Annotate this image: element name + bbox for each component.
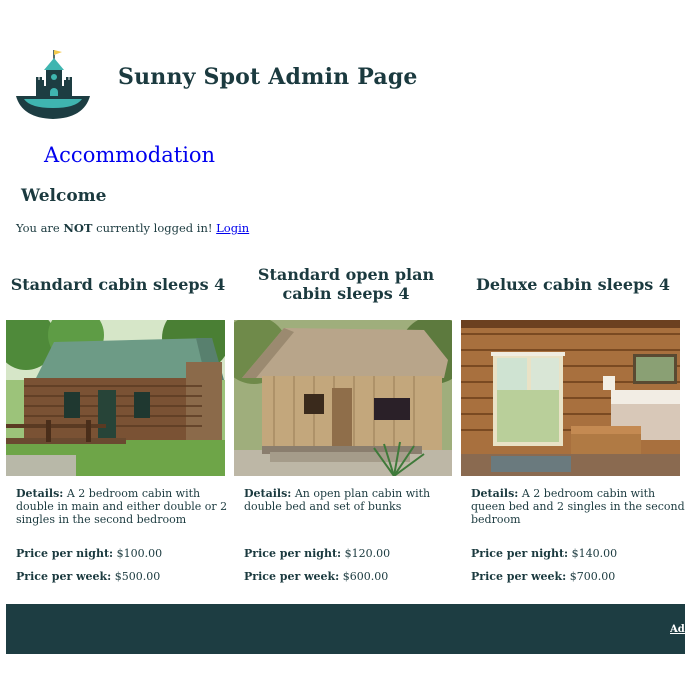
price-per-week: Price per week: $600.00 (244, 570, 388, 583)
price-per-night: Price per night: $100.00 (16, 547, 162, 560)
page: Sunny Spot Admin Page Accommodation Welc… (0, 0, 685, 685)
cabin-details: Details: An open plan cabin with double … (244, 487, 460, 513)
price-per-night: Price per night: $140.00 (471, 547, 617, 560)
details-label: Details: (244, 487, 292, 500)
price-per-week: Price per week: $500.00 (16, 570, 160, 583)
footer-admin-link[interactable]: Admin (670, 624, 685, 635)
cabin-photo (461, 320, 680, 476)
login-status-prefix: You are (16, 221, 64, 235)
price-night-label: Price per night: (244, 547, 342, 560)
details-label: Details: (16, 487, 64, 500)
cabin-card: Deluxe cabin sleeps 4 Details: A 2 bedro… (461, 258, 685, 583)
cabin-details: Details: A 2 bedroom cabin with double i… (16, 487, 232, 526)
price-night-label: Price per night: (471, 547, 569, 560)
price-night-label: Price per night: (16, 547, 114, 560)
cabin-photo (234, 320, 452, 476)
price-per-night: Price per night: $120.00 (244, 547, 390, 560)
cabin-title: Deluxe cabin sleeps 4 (476, 274, 670, 294)
cabin-title: Standard open plan cabin sleeps 4 (257, 265, 435, 303)
price-week-value: $700.00 (566, 570, 616, 583)
login-link[interactable]: Login (216, 221, 249, 235)
cabin-details: Details: A 2 bedroom cabin with queen be… (471, 487, 685, 526)
price-per-week: Price per week: $700.00 (471, 570, 615, 583)
cabin-card: Standard cabin sleeps 4 Details: A 2 bed… (6, 258, 230, 583)
price-week-label: Price per week: (244, 570, 340, 583)
price-night-value: $120.00 (341, 547, 391, 560)
price-week-value: $500.00 (111, 570, 161, 583)
login-status: You are NOT currently logged in! Login (16, 221, 249, 235)
price-week-value: $600.00 (339, 570, 389, 583)
cabin-photo (6, 320, 225, 476)
footer: Admin (6, 604, 685, 654)
castle-logo-icon (14, 46, 92, 122)
nav-link-accommodation[interactable]: Accommodation (44, 143, 215, 167)
page-title: Sunny Spot Admin Page (118, 64, 418, 90)
welcome-heading: Welcome (21, 186, 107, 206)
price-night-value: $140.00 (568, 547, 618, 560)
price-night-value: $100.00 (113, 547, 163, 560)
details-label: Details: (471, 487, 519, 500)
login-status-emphasis: NOT (63, 221, 93, 235)
login-status-suffix: currently logged in! (92, 221, 217, 235)
price-week-label: Price per week: (471, 570, 567, 583)
price-week-label: Price per week: (16, 570, 112, 583)
cabin-title: Standard cabin sleeps 4 (10, 274, 226, 294)
cabin-card: Standard open plan cabin sleeps 4 Detail… (234, 258, 458, 583)
